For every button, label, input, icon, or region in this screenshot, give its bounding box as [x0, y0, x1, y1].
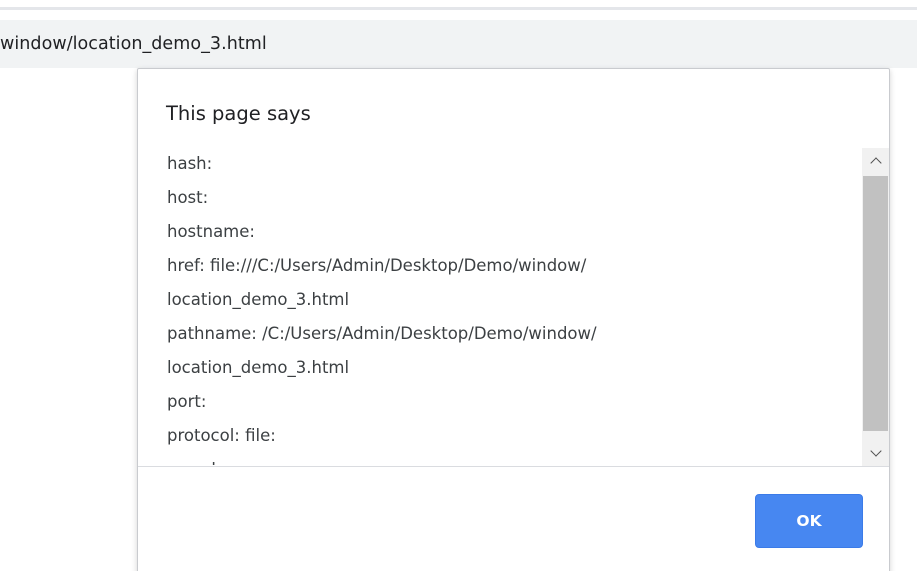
ok-button[interactable]: OK [755, 494, 863, 548]
message-line-pathname: pathname: /C:/Users/Admin/Desktop/Demo/w… [167, 324, 597, 343]
message-line-host: host: [167, 188, 209, 207]
chevron-up-icon [869, 157, 882, 169]
alert-dialog: This page says hash: host: hostname: hre… [137, 68, 890, 571]
dialog-message: hash: host: hostname: href: file:///C:/U… [138, 145, 889, 465]
dialog-title: This page says [166, 102, 311, 125]
scroll-thumb[interactable] [863, 176, 888, 431]
chevron-down-icon [869, 445, 882, 457]
browser-page: window/location_demo_3.html This page sa… [0, 0, 917, 571]
message-line-href: href: file:///C:/Users/Admin/Desktop/Dem… [167, 256, 587, 275]
message-line-protocol: protocol: file: [167, 426, 276, 445]
message-scrollbar[interactable] [862, 148, 889, 466]
scroll-down-button[interactable] [862, 440, 889, 466]
message-lines: hash: host: hostname: href: file:///C:/U… [167, 150, 597, 465]
message-line-pathname-cont: location_demo_3.html [167, 358, 350, 377]
tab-strip-border [0, 7, 917, 10]
message-line-hostname: hostname: [167, 222, 255, 241]
message-line-href-cont: location_demo_3.html [167, 290, 350, 309]
address-url[interactable]: window/location_demo_3.html [0, 34, 267, 54]
message-line-hash: hash: [167, 154, 213, 173]
message-line-search: search: [167, 456, 597, 465]
scroll-up-button[interactable] [862, 148, 889, 174]
address-bar[interactable]: window/location_demo_3.html [0, 20, 917, 68]
message-line-port: port: [167, 392, 207, 411]
dialog-divider [138, 466, 889, 467]
